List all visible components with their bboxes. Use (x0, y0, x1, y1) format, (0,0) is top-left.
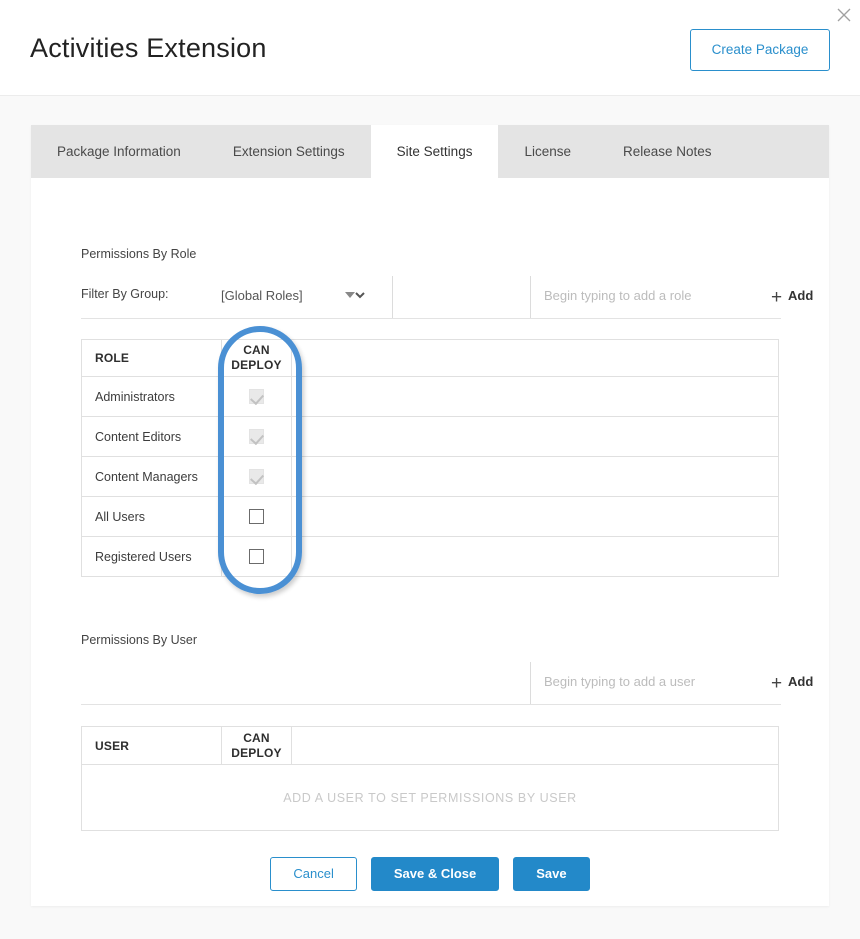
role-name-registered-users: Registered Users (82, 537, 222, 577)
can-deploy-cell-registered-users[interactable] (222, 537, 292, 577)
permissions-by-role-table: ROLE CAN DEPLOY Administrators Content E… (81, 339, 779, 577)
save-button[interactable]: Save (513, 857, 589, 891)
create-package-button[interactable]: Create Package (690, 29, 830, 71)
row-spacer-cell (292, 377, 779, 417)
user-table-empty-message: ADD A USER TO SET PERMISSIONS BY USER (82, 765, 779, 831)
site-settings-panel: Permissions By Role Filter By Group: [Gl… (31, 178, 829, 906)
can-deploy-line2: DEPLOY (231, 358, 282, 372)
add-user-plus-icon: + (771, 674, 782, 693)
add-role-input[interactable] (542, 284, 762, 306)
page-header: Activities Extension Create Package (0, 0, 860, 96)
role-name-all-users: All Users (82, 497, 222, 537)
role-name-content-managers: Content Managers (82, 457, 222, 497)
user-empty-row: ADD A USER TO SET PERMISSIONS BY USER (82, 765, 779, 831)
tab-package-information[interactable]: Package Information (31, 125, 207, 178)
row-spacer-cell (292, 417, 779, 457)
can-deploy-checkbox-all-users[interactable] (249, 509, 264, 524)
role-name-administrators: Administrators (82, 377, 222, 417)
user-table-header-row: USER CAN DEPLOY (82, 727, 779, 765)
can-deploy-cell-administrators (222, 377, 292, 417)
user-column-header-spacer (292, 727, 779, 765)
permissions-by-user-table: USER CAN DEPLOY ADD A USER TO SET PERMIS… (81, 726, 779, 831)
cancel-button[interactable]: Cancel (270, 857, 356, 891)
row-spacer-cell (292, 457, 779, 497)
row-spacer-cell (292, 497, 779, 537)
page-title: Activities Extension (30, 33, 267, 64)
can-deploy-cell-content-managers (222, 457, 292, 497)
can-deploy-checkbox-administrators (249, 389, 264, 404)
save-and-close-button[interactable]: Save & Close (371, 857, 499, 891)
column-header-role: ROLE (82, 340, 222, 377)
permissions-by-role-heading: Permissions By Role (81, 247, 196, 261)
table-row: All Users (82, 497, 779, 537)
user-typeahead-divider (530, 662, 531, 704)
table-row: Content Editors (82, 417, 779, 457)
role-table-header-row: ROLE CAN DEPLOY (82, 340, 779, 377)
can-deploy-checkbox-registered-users[interactable] (249, 549, 264, 564)
can-deploy-cell-content-editors (222, 417, 292, 457)
can-deploy-line1: CAN (243, 343, 270, 357)
add-user-input[interactable] (542, 670, 762, 692)
add-role-button[interactable]: Add (788, 288, 813, 303)
permissions-by-user-heading: Permissions By User (81, 633, 197, 647)
user-can-deploy-line2: DEPLOY (231, 746, 282, 760)
tab-license[interactable]: License (498, 125, 597, 178)
tab-site-settings[interactable]: Site Settings (371, 125, 499, 178)
filter-divider (392, 276, 393, 318)
can-deploy-checkbox-content-managers (249, 469, 264, 484)
column-header-can-deploy: CAN DEPLOY (222, 340, 292, 377)
row-spacer-cell (292, 537, 779, 577)
table-row: Content Managers (82, 457, 779, 497)
add-role-plus-icon: + (771, 288, 782, 307)
column-header-user: USER (82, 727, 222, 765)
can-deploy-checkbox-content-editors (249, 429, 264, 444)
tab-extension-settings[interactable]: Extension Settings (207, 125, 371, 178)
column-header-user-can-deploy: CAN DEPLOY (222, 727, 292, 765)
add-user-button[interactable]: Add (788, 674, 813, 689)
user-filter-row: + Add (81, 660, 781, 706)
form-actions: Cancel Save & Close Save (31, 857, 829, 891)
close-icon[interactable] (835, 6, 853, 24)
table-row: Administrators (82, 377, 779, 417)
role-section-rule (81, 318, 781, 319)
role-name-content-editors: Content Editors (82, 417, 222, 457)
filter-by-group-label: Filter By Group: (81, 287, 169, 301)
role-filter-row: Filter By Group: [Global Roles] + Add (81, 274, 781, 320)
table-row: Registered Users (82, 537, 779, 577)
user-can-deploy-line1: CAN (243, 731, 270, 745)
column-header-spacer (292, 340, 779, 377)
typeahead-divider (530, 276, 531, 318)
tab-bar: Package Information Extension Settings S… (31, 125, 829, 178)
tab-release-notes[interactable]: Release Notes (597, 125, 738, 178)
user-section-rule (81, 704, 781, 705)
can-deploy-cell-all-users[interactable] (222, 497, 292, 537)
filter-by-group-select[interactable]: [Global Roles] (213, 281, 368, 309)
